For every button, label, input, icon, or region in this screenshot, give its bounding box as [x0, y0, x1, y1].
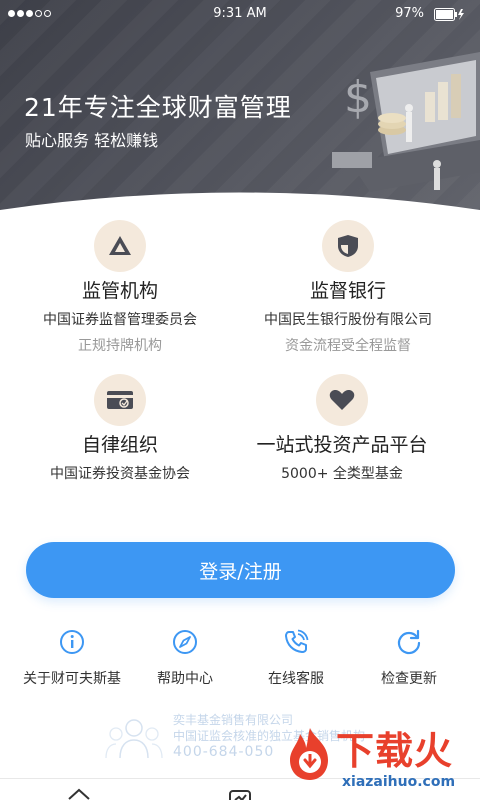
watermark: 下载火 xiazaihuo.com — [284, 724, 476, 794]
feature-regulator: 监管机构 中国证券监督管理委员会 正规持牌机构 — [0, 220, 240, 356]
feature-title: 监管机构 — [81, 280, 158, 302]
shortcut-label: 检查更新 — [381, 671, 437, 687]
feature-line1: 中国证券投资基金协会 — [50, 466, 190, 482]
hero-title: 21年专注全球财富管理 — [24, 93, 292, 122]
card-icon — [94, 374, 146, 426]
svg-text:$: $ — [344, 72, 372, 123]
phone-icon — [285, 629, 309, 653]
refresh-icon — [397, 629, 421, 655]
feature-one-stop-platform: 一站式投资产品平台 5000+ 全类型基金 — [222, 374, 462, 484]
info-icon — [60, 630, 84, 654]
status-bar: 9:31 AM 97% — [0, 0, 480, 28]
shield-icon — [322, 220, 374, 272]
shortcut-online-service[interactable]: 在线客服 — [236, 628, 356, 688]
shortcut-about[interactable]: 关于财可夫斯基 — [12, 628, 132, 688]
feature-line1: 中国民生银行股份有限公司 — [264, 312, 432, 328]
feature-line2: 正规持牌机构 — [78, 338, 162, 354]
feature-line1: 5000+ 全类型基金 — [281, 466, 403, 482]
fire-logo-icon — [290, 728, 328, 780]
feature-line1: 中国证券监督管理委员会 — [43, 312, 197, 328]
shortcut-label: 关于财可夫斯基 — [23, 671, 121, 687]
compass-icon — [173, 630, 197, 654]
login-register-button[interactable]: 登录/注册 — [26, 542, 455, 598]
feature-title: 自律组织 — [81, 434, 158, 456]
shortcut-help-center[interactable]: 帮助中心 — [125, 628, 245, 688]
battery-percent: 97% — [395, 6, 424, 21]
battery-icon — [434, 8, 464, 21]
feature-self-regulatory: 自律组织 中国证券投资基金协会 — [0, 374, 240, 484]
watermark-text: 下载火 — [336, 729, 454, 773]
feature-supervising-bank: 监督银行 中国民生银行股份有限公司 资金流程受全程监督 — [228, 220, 468, 356]
heart-icon — [316, 374, 368, 426]
portfolio-tab-icon[interactable] — [227, 787, 253, 800]
triangle-logo-icon — [94, 220, 146, 272]
shortcut-check-update[interactable]: 检查更新 — [349, 628, 469, 688]
watermark-url: xiazaihuo.com — [342, 774, 456, 790]
shortcut-label: 帮助中心 — [157, 671, 213, 687]
people-icon — [105, 719, 163, 759]
feature-title: 监督银行 — [309, 280, 386, 302]
feature-line2: 资金流程受全程监督 — [285, 338, 411, 354]
shortcut-label: 在线客服 — [268, 671, 324, 687]
home-tab-icon[interactable] — [66, 787, 92, 800]
hero-subtitle: 贴心服务 轻松赚钱 — [25, 131, 159, 150]
feature-title: 一站式投资产品平台 — [256, 434, 428, 456]
hero-banner: 9:31 AM 97% 21年专注全球财富管理 贴心服务 轻松赚钱 $ — [0, 0, 480, 230]
